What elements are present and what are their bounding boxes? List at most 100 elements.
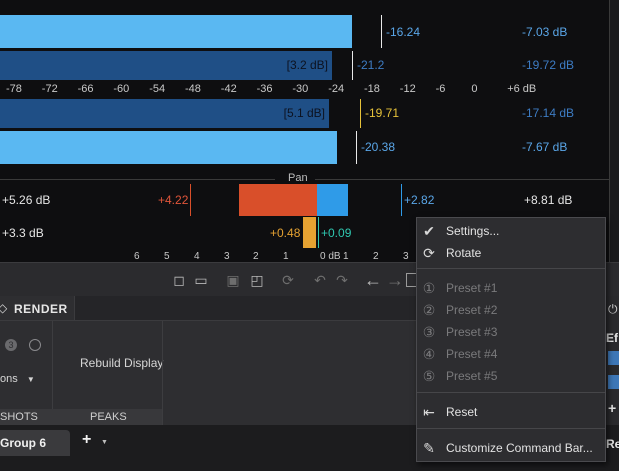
rms-label: [5.1 dB] bbox=[283, 106, 325, 120]
max-value: -19.72 dB bbox=[522, 58, 575, 72]
rotate-icon: ⟳ bbox=[423, 245, 435, 261]
pan-right-marker bbox=[401, 184, 402, 216]
db-scale-tick: -72 bbox=[41, 83, 58, 95]
menu-item-settings[interactable]: ✔ Settings... bbox=[417, 220, 605, 242]
pan-scale-tick: 6 bbox=[134, 251, 140, 262]
peak-value: -16.24 bbox=[386, 25, 421, 39]
rms-label: [3.2 dB] bbox=[286, 58, 328, 72]
menu-separator bbox=[417, 392, 605, 393]
pan-scale-tick: 3 bbox=[224, 251, 230, 262]
pan-bar-left bbox=[239, 184, 317, 216]
add-tab-icon[interactable]: + bbox=[82, 431, 91, 449]
snapshot-3-icon[interactable]: 3 bbox=[5, 339, 17, 351]
add-marker-icon[interactable]: ◻ bbox=[170, 271, 188, 289]
panel-divider bbox=[162, 321, 163, 425]
chevron-down-icon: ▼ bbox=[26, 375, 35, 384]
undo-icon[interactable]: ↶ bbox=[311, 271, 329, 289]
db-scale-tick: -6 bbox=[435, 83, 446, 95]
render-eye-icon: ◇ bbox=[0, 301, 8, 315]
db-scale-tick: -12 bbox=[399, 83, 416, 95]
db-scale-tick: -78 bbox=[6, 83, 22, 95]
redo-icon[interactable]: ↷ bbox=[333, 271, 351, 289]
export-icon[interactable]: ▣ bbox=[224, 271, 242, 289]
options-label: ons bbox=[0, 373, 18, 385]
menu-item-preset-1[interactable]: ① Preset #1 bbox=[417, 277, 605, 299]
preset-4-icon: ④ bbox=[422, 346, 436, 362]
db-scale-tick: -36 bbox=[256, 83, 273, 95]
pan-bar-right bbox=[317, 184, 348, 216]
menu-item-preset-2[interactable]: ② Preset #2 bbox=[417, 299, 605, 321]
effect-slot-2[interactable] bbox=[608, 375, 619, 389]
preset-1-icon: ① bbox=[422, 280, 436, 296]
menu-separator bbox=[417, 268, 605, 269]
effect-slot-1[interactable] bbox=[608, 351, 619, 365]
pan-scale-tick: 1 bbox=[343, 251, 349, 262]
db-scale-tick: -54 bbox=[149, 83, 166, 95]
options-dropdown[interactable]: ons ▼ bbox=[0, 373, 35, 385]
pan-scale-tick: 4 bbox=[194, 251, 200, 262]
effects-label: Ef bbox=[606, 331, 618, 345]
preset-3-icon: ③ bbox=[422, 324, 436, 340]
reset-icon: ⇤ bbox=[423, 404, 435, 420]
db-scale-tick: -60 bbox=[113, 83, 130, 95]
snapshots-group-label: SHOTS bbox=[0, 411, 38, 423]
db-scale-tick: 0 bbox=[471, 83, 478, 95]
pan-right-peak-2: +0.09 bbox=[321, 226, 352, 240]
peak-marker bbox=[381, 15, 382, 48]
pan-divider bbox=[315, 179, 609, 180]
meter-bar-left-peak bbox=[0, 15, 352, 48]
customize-icon: ✎ bbox=[423, 440, 435, 456]
max-value: -17.14 dB bbox=[522, 106, 575, 120]
add-effect-icon[interactable]: + bbox=[608, 400, 616, 416]
checkmark-icon: ✔ bbox=[423, 223, 435, 239]
chevron-down-icon[interactable]: ▼ bbox=[101, 439, 108, 446]
pan-scale-tick: 2 bbox=[253, 251, 259, 262]
menu-separator bbox=[417, 428, 605, 429]
menu-item-reset[interactable]: ⇤ Reset bbox=[417, 401, 605, 423]
menu-item-customize[interactable]: ✎ Customize Command Bar... bbox=[417, 437, 605, 459]
preset-5-icon: ⑤ bbox=[422, 368, 436, 384]
menu-item-preset-3[interactable]: ③ Preset #3 bbox=[417, 321, 605, 343]
peak-value: -21.2 bbox=[357, 58, 385, 72]
render-tab-label: RENDER bbox=[14, 302, 68, 316]
peak-marker bbox=[356, 131, 357, 164]
pan-bar-left-small bbox=[303, 217, 316, 248]
menu-item-preset-5[interactable]: ⑤ Preset #5 bbox=[417, 365, 605, 387]
pan-left-total: +5.26 dB bbox=[2, 193, 51, 207]
pan-scale-tick: 1 bbox=[283, 251, 289, 262]
menu-item-rotate[interactable]: ⟳ Rotate bbox=[417, 242, 605, 264]
pan-scale-tick: 2 bbox=[373, 251, 379, 262]
import-icon[interactable]: ◰ bbox=[248, 271, 266, 289]
db-scale-tick: -18 bbox=[364, 83, 380, 95]
refresh-icon[interactable]: ⟳ bbox=[279, 271, 297, 289]
open-folder-icon[interactable]: ▭ bbox=[192, 271, 210, 289]
pan-left-peak: +4.22 bbox=[158, 193, 189, 207]
group-6-tab-label: Group 6 bbox=[0, 436, 47, 450]
db-scale-tick: -24 bbox=[328, 83, 345, 95]
pan-scale-tick: 3 bbox=[403, 251, 409, 262]
meter-bar-right-peak bbox=[0, 131, 337, 164]
pan-right-peak: +2.82 bbox=[404, 193, 435, 207]
power-icon[interactable]: ⏻ bbox=[608, 302, 618, 317]
db-scale-tick: -42 bbox=[220, 83, 237, 95]
db-scale-tick: +6 dB bbox=[507, 83, 537, 95]
pan-right-marker-2 bbox=[318, 217, 319, 248]
right-scrollbar[interactable] bbox=[609, 0, 619, 262]
snapshot-record-icon[interactable] bbox=[29, 339, 41, 351]
pan-divider bbox=[0, 179, 275, 180]
max-value: -7.67 dB bbox=[522, 140, 568, 154]
preset-2-icon: ② bbox=[422, 302, 436, 318]
db-scale-tick: -66 bbox=[77, 83, 94, 95]
back-arrow-icon[interactable]: ← bbox=[364, 271, 382, 289]
pan-title: Pan bbox=[288, 172, 308, 184]
pan-right-total: +8.81 dB bbox=[524, 193, 573, 207]
pan-left-peak-2: +0.48 bbox=[270, 226, 301, 240]
return-label: Re bbox=[606, 437, 619, 451]
pan-scale-tick: 0 dB bbox=[320, 251, 341, 262]
menu-item-preset-4[interactable]: ④ Preset #4 bbox=[417, 343, 605, 365]
pan-scale-tick: 5 bbox=[164, 251, 170, 262]
context-menu: ✔ Settings... ⟳ Rotate ① Preset #1 ② Pre… bbox=[416, 217, 606, 462]
rebuild-display-button[interactable]: Rebuild Display bbox=[80, 356, 163, 370]
pan-left-marker bbox=[190, 184, 191, 216]
forward-arrow-icon[interactable]: → bbox=[386, 271, 404, 289]
